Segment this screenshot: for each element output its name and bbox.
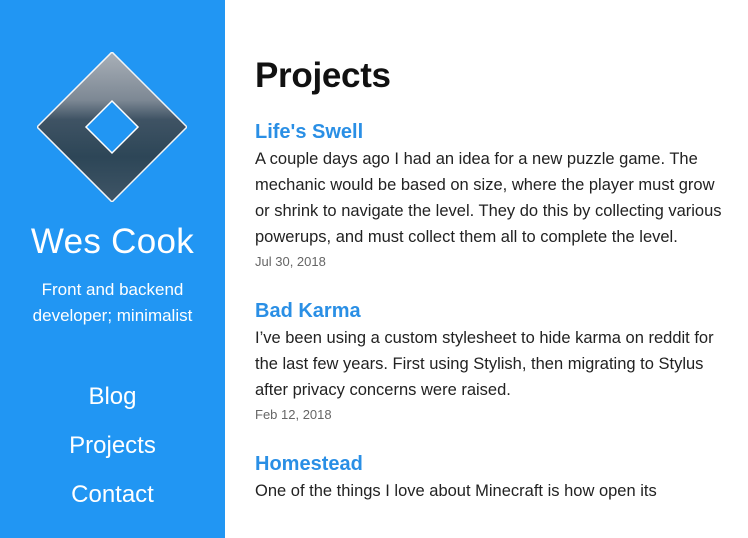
post-item: Homestead One of the things I love about… [255, 450, 725, 504]
nav-item-contact: Contact [0, 470, 225, 519]
post-excerpt: One of the things I love about Minecraft… [255, 482, 657, 500]
nav-item-projects: Projects [0, 421, 225, 470]
post-excerpt: I’ve been using a custom stylesheet to h… [255, 329, 714, 399]
post-title-link[interactable]: Bad Karma [255, 297, 725, 325]
post-date: Feb 12, 2018 [255, 407, 332, 422]
main-nav: Blog Projects Contact [0, 372, 225, 519]
nav-link-blog[interactable]: Blog [88, 383, 136, 410]
post-date: Jul 30, 2018 [255, 254, 326, 269]
post-excerpt: A couple days ago I had an idea for a ne… [255, 150, 722, 246]
site-name[interactable]: Wes Cook [0, 220, 225, 264]
post-title-link[interactable]: Life's Swell [255, 118, 725, 146]
post-title-link[interactable]: Homestead [255, 450, 725, 478]
nav-item-blog: Blog [0, 372, 225, 421]
nav-link-contact[interactable]: Contact [71, 481, 154, 508]
diamond-logo-icon[interactable] [37, 52, 187, 202]
nav-link-projects[interactable]: Projects [69, 432, 156, 459]
page-title: Projects [255, 56, 391, 95]
tagline: Front and backend developer; minimalist [32, 280, 193, 325]
post-item: Life's Swell A couple days ago I had an … [255, 118, 725, 274]
post-item: Bad Karma I’ve been using a custom style… [255, 297, 725, 427]
main-content: Projects Life's Swell A couple days ago … [255, 52, 725, 504]
sidebar: Wes Cook Front and backend developer; mi… [0, 0, 225, 538]
